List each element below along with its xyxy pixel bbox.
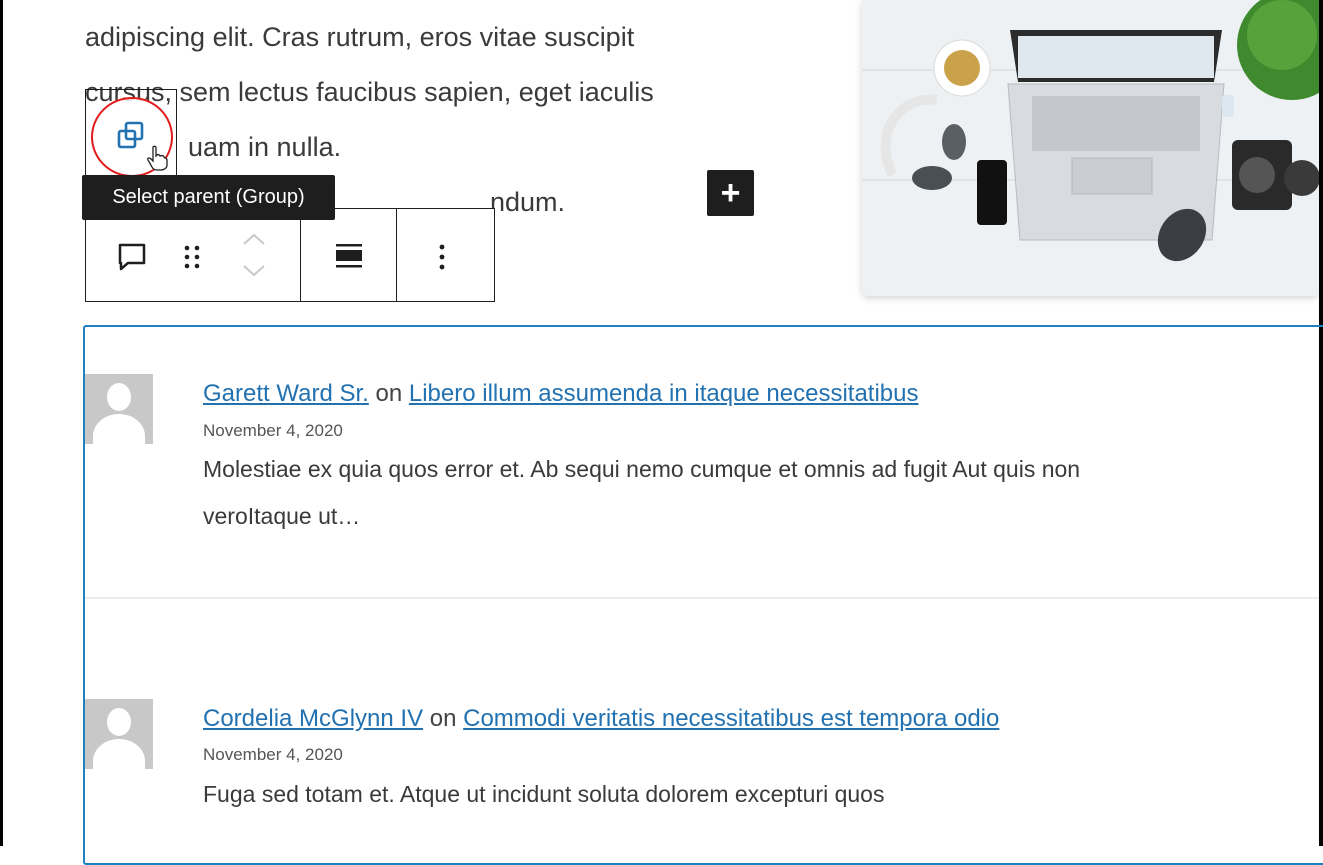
drag-handle-icon[interactable]	[182, 243, 202, 271]
block-toolbar	[85, 208, 495, 302]
comment-meta: Cordelia McGlynn IV on Commodi veritatis…	[203, 705, 999, 733]
desk-photo-illustration	[862, 0, 1319, 296]
comment-post-link[interactable]: Libero illum assumenda in itaque necessi…	[409, 380, 919, 407]
align-icon[interactable]	[334, 243, 364, 269]
comment-meta: Garett Ward Sr. on Libero illum assumend…	[203, 380, 919, 408]
select-parent-group-icon[interactable]	[116, 120, 146, 150]
toolbar-group-options	[397, 209, 494, 301]
comment-excerpt: Molestiae ex quia quos error et. Ab sequ…	[203, 446, 1318, 540]
paragraph-line: uam in nulla.	[188, 132, 342, 162]
move-up-icon[interactable]	[241, 231, 267, 247]
select-parent-tooltip: Select parent (Group)	[82, 175, 335, 220]
comment-date: November 4, 2020	[203, 745, 343, 764]
comment-excerpt-line: Molestiae ex quia quos error et. Ab sequ…	[203, 456, 1081, 482]
comment-icon[interactable]	[116, 242, 148, 272]
hand-cursor-icon	[147, 145, 168, 171]
toolbar-group-block	[86, 209, 301, 301]
comment-date: November 4, 2020	[203, 421, 343, 440]
comment-author-link[interactable]: Cordelia McGlynn IV	[203, 705, 423, 732]
comment-on-text: on	[429, 705, 457, 732]
comment-excerpt-line: Fuga sed totam et. Atque ut incidunt sol…	[203, 781, 885, 807]
paragraph-line: adipiscing elit. Cras rutrum, eros vitae…	[85, 22, 635, 52]
avatar	[85, 699, 153, 769]
paragraph-line: cursus, sem lectus faucibus sapien, eget…	[85, 77, 654, 107]
more-options-icon[interactable]	[437, 243, 447, 271]
comment-excerpt: Fuga sed totam et. Atque ut incidunt sol…	[203, 771, 1318, 818]
comment-on-text: on	[375, 380, 403, 407]
add-block-button[interactable]: +	[707, 170, 754, 216]
comment-author-link[interactable]: Garett Ward Sr.	[203, 380, 369, 407]
frame-left-edge	[0, 0, 3, 846]
toolbar-group-align	[301, 209, 397, 301]
comment-excerpt-line: veroItaque ut…	[203, 503, 361, 529]
avatar	[85, 374, 153, 444]
desk-photo-image[interactable]	[862, 0, 1319, 296]
move-down-icon[interactable]	[241, 263, 267, 279]
comment-post-link[interactable]: Commodi veritatis necessitatibus est tem…	[463, 705, 999, 732]
comment-divider	[85, 597, 1319, 599]
